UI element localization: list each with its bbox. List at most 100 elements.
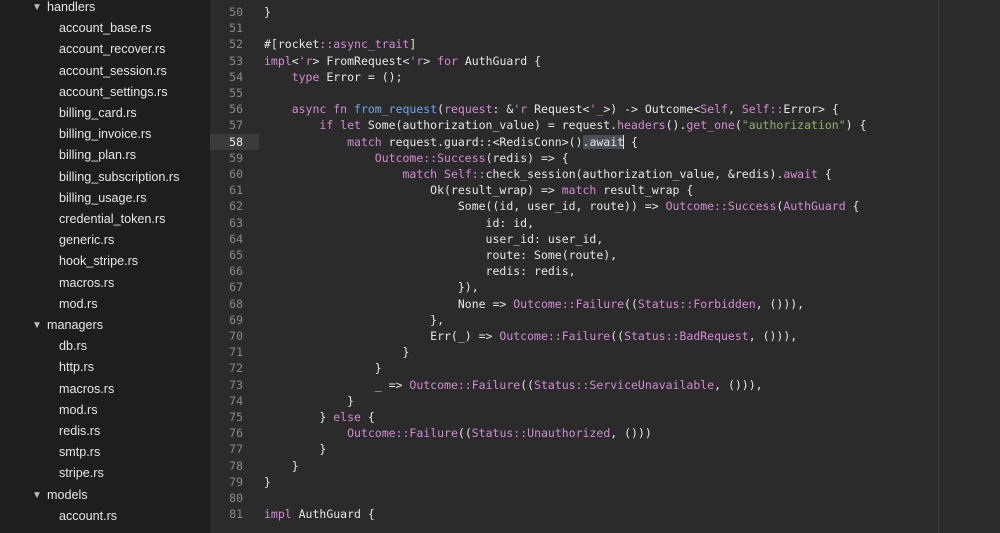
code-line[interactable]: Some((id, user_id, route)) => Outcome::S… (264, 198, 860, 214)
file-name: credential_token.rs (59, 212, 166, 226)
folder-name: handlers (47, 0, 96, 14)
code-token: Success (437, 150, 486, 165)
code-token: :: (423, 150, 438, 165)
tree-file[interactable]: billing_invoice.rs (0, 124, 210, 145)
code-line[interactable]: type Error = (); (264, 69, 403, 85)
code-line[interactable]: route: Some(route), (264, 247, 618, 263)
code-token: id: id, (264, 215, 535, 230)
folder-name: managers (47, 318, 104, 332)
code-line[interactable]: redis: redis, (264, 263, 576, 279)
line-number-gutter: 50 51 52 53 54 55 56 57 58 59 60 61 62 63 64 65 66 67 68 69… (210, 0, 259, 533)
code-token: from_request (354, 102, 438, 117)
tree-file[interactable]: hook_stripe.rs (0, 251, 210, 272)
code-line[interactable]: } (264, 474, 271, 490)
tree-file[interactable]: macros.rs (0, 273, 210, 294)
code-line[interactable]: match request.guard::<RedisConn>().await… (264, 134, 638, 150)
code-line[interactable]: impl<'r> FromRequest<'r> for AuthGuard { (264, 53, 541, 69)
tree-file[interactable]: http.rs (0, 357, 210, 378)
code-token: Outcome (409, 377, 458, 392)
code-token: } (264, 361, 382, 376)
code-token: } (264, 410, 334, 424)
tree-file[interactable]: billing_plan.rs (0, 145, 210, 166)
tree-file[interactable]: macros.rs (0, 379, 210, 400)
code-token: Some((id, user_id, route)) => (264, 199, 666, 214)
tree-file[interactable]: billing_usage.rs (0, 188, 210, 209)
code-line[interactable]: _ => Outcome::Failure((Status::ServiceUn… (264, 377, 763, 393)
tree-file[interactable]: stripe.rs (0, 463, 210, 484)
code-line[interactable]: Err(_) => Outcome::Failure((Status::BadR… (264, 328, 797, 344)
code-line[interactable]: } (264, 360, 382, 376)
file-name: account_settings.rs (59, 84, 168, 99)
chevron-down-icon[interactable]: ▼ (32, 315, 42, 336)
code-line[interactable]: Outcome::Success(redis) => { (264, 150, 569, 166)
file-name: macros.rs (59, 381, 115, 396)
line-number: 58 (229, 134, 243, 149)
tree-file[interactable]: redis.rs (0, 421, 210, 442)
code-token: , ())), (714, 377, 763, 392)
code-line[interactable]: None => Outcome::Failure((Status::Forbid… (264, 296, 804, 312)
code-token: > FromRequest< (312, 53, 410, 68)
code-line[interactable]: user_id: user_id, (264, 231, 604, 247)
code-line[interactable]: #[rocket::async_trait] (264, 36, 416, 52)
tree-file[interactable]: account_recover.rs (0, 39, 210, 60)
selected-token: .await (582, 134, 625, 149)
code-line[interactable]: } else { (264, 409, 375, 425)
code-token: else (333, 410, 361, 424)
code-token: :: (547, 329, 562, 343)
tree-file[interactable]: mod.rs (0, 294, 210, 315)
tree-file[interactable]: billing_card.rs (0, 103, 210, 124)
code-line[interactable]: } (264, 441, 326, 457)
code-line[interactable]: Ok(result_wrap) => match result_wrap { (264, 182, 693, 198)
code-line[interactable]: }, (264, 312, 444, 328)
code-line[interactable]: match Self::check_session(authorization_… (264, 166, 831, 182)
code-line[interactable]: } (264, 344, 409, 360)
code-token: match (402, 167, 438, 181)
code-token: } (264, 345, 410, 360)
tree-file[interactable]: credential_token.rs (0, 209, 210, 230)
tree-file[interactable]: generic.rs (0, 230, 210, 251)
tree-file[interactable]: account.rs (0, 506, 210, 527)
code-line[interactable]: async fn from_request(request: &'r Reque… (264, 101, 839, 117)
code-token: :: (319, 37, 334, 52)
code-line[interactable]: } (264, 4, 271, 20)
code-editor[interactable]: 50 51 52 53 54 55 56 57 58 59 60 61 62 63 64 65 66 67 68 69… (210, 0, 1000, 533)
code-line[interactable]: } (264, 458, 299, 474)
code-token: :: (513, 426, 528, 441)
code-token: Outcome (499, 329, 548, 343)
tree-folder[interactable]: ▼ handlers (0, 0, 210, 18)
code-token: #[rocket (264, 37, 320, 52)
code-line[interactable]: id: id, (264, 215, 534, 231)
line-number: 71 (229, 345, 243, 360)
code-token: ) { (845, 118, 867, 133)
code-token: _ => (264, 377, 410, 392)
chevron-down-icon[interactable]: ▼ (32, 0, 42, 18)
tree-file[interactable]: smtp.rs (0, 442, 210, 463)
tree-file[interactable]: mod.rs (0, 400, 210, 421)
code-line[interactable]: } (264, 393, 354, 409)
tree-file[interactable]: billing_subscription.rs (0, 167, 210, 188)
code-token: (redis) => { (485, 150, 569, 165)
code-token: { (360, 410, 375, 424)
file-name: db.rs (59, 339, 87, 354)
code-line[interactable]: impl AuthGuard { (264, 506, 375, 522)
line-number: 74 (229, 393, 243, 408)
chevron-down-icon[interactable]: ▼ (32, 485, 42, 506)
code-line[interactable]: Outcome::Failure((Status::Unauthorized, … (264, 425, 652, 441)
file-name: http.rs (59, 360, 94, 375)
file-name: billing_usage.rs (59, 190, 147, 205)
tree-file[interactable]: account_session.rs (0, 61, 210, 82)
tree-folder[interactable]: ▼ models (0, 485, 210, 506)
code-line[interactable]: }), (264, 279, 479, 295)
code-line[interactable]: if let Some(authorization_value) = reque… (264, 117, 866, 133)
code-token: impl (264, 53, 292, 68)
file-name: smtp.rs (59, 445, 101, 460)
tree-file[interactable]: account_base.rs (0, 18, 210, 39)
tree-file[interactable]: account_settings.rs (0, 82, 210, 103)
code-token: Status (534, 377, 576, 392)
code-token: } (264, 442, 327, 457)
tree-file[interactable]: db.rs (0, 336, 210, 357)
tree-folder[interactable]: ▼ managers (0, 315, 210, 336)
code-token: request.guard::<RedisConn>() (381, 134, 583, 149)
line-number: 56 (229, 102, 243, 117)
